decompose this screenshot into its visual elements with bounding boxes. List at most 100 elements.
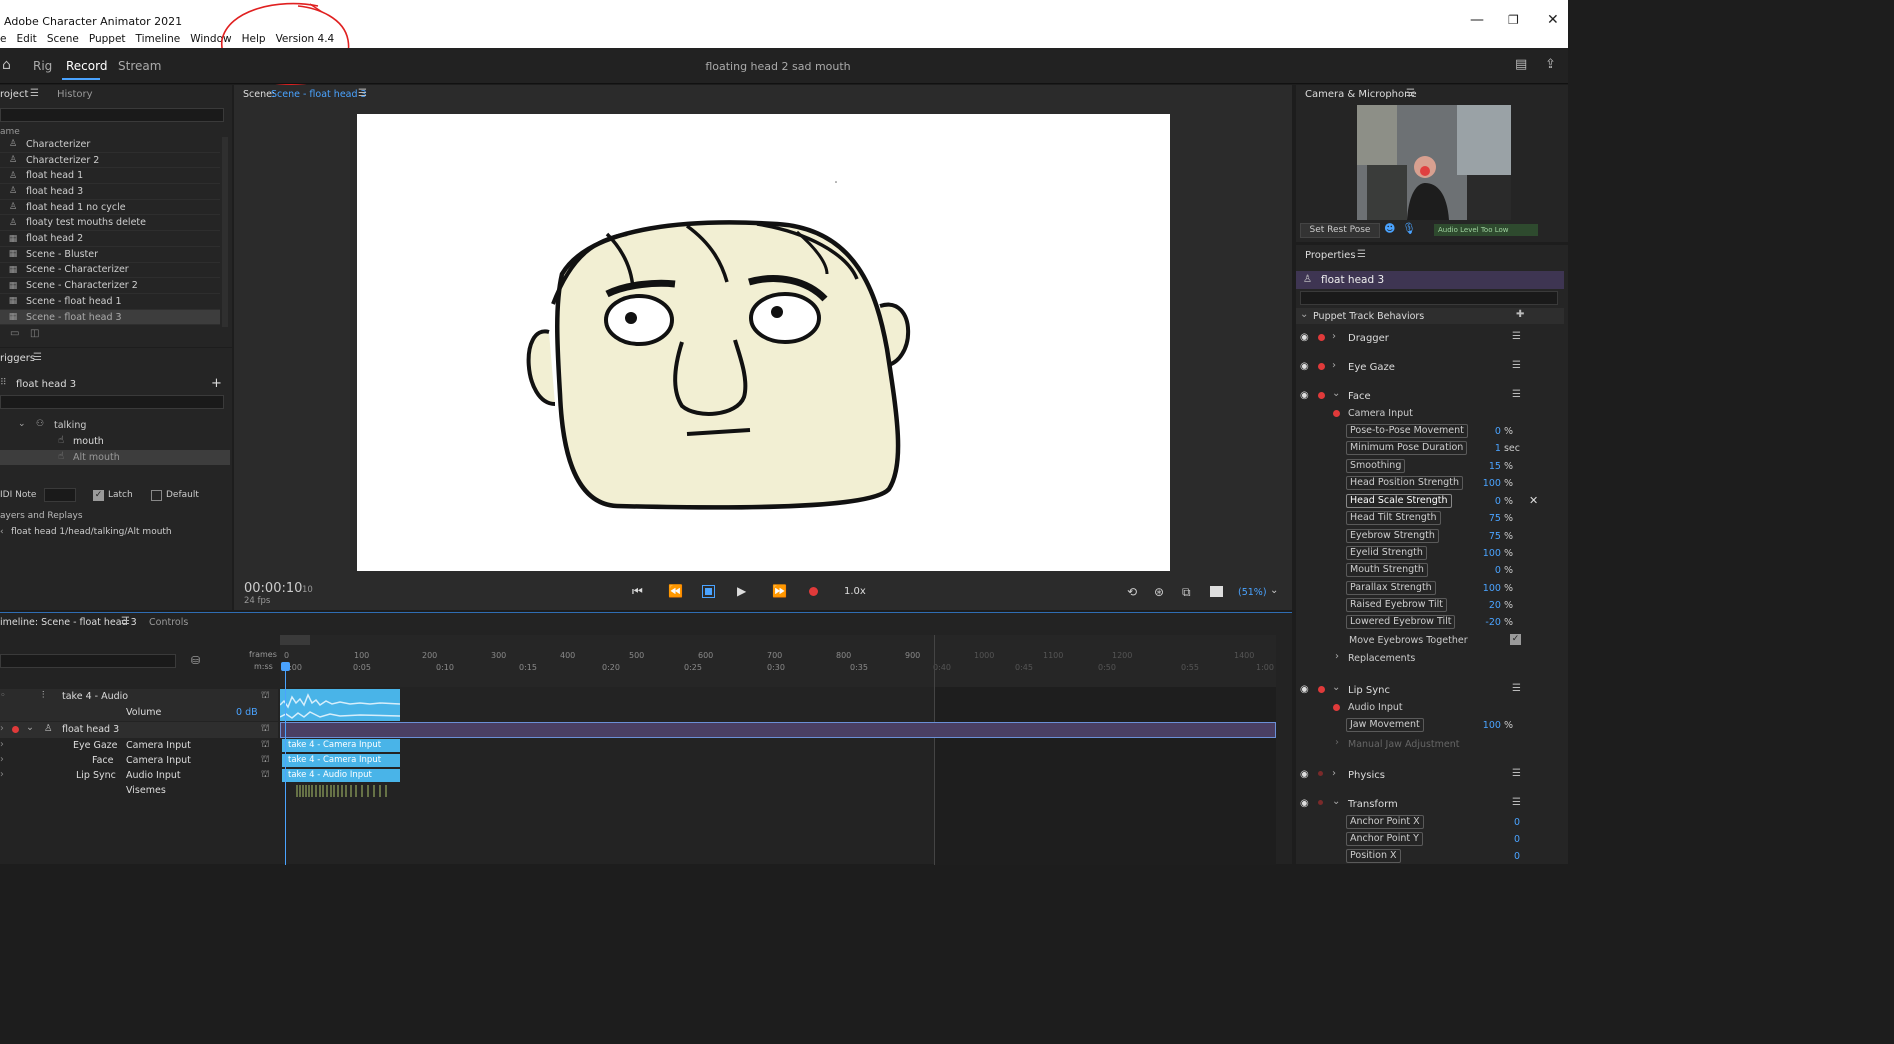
tab-rig[interactable]: Rig bbox=[33, 59, 52, 73]
param-value[interactable]: 0 bbox=[1460, 817, 1520, 828]
eye-icon[interactable]: ◉ bbox=[1300, 332, 1309, 343]
menu-edit[interactable]: Edit bbox=[16, 33, 36, 45]
param-value[interactable]: 100 % bbox=[1453, 720, 1513, 731]
chevron-right-icon[interactable]: › bbox=[1335, 737, 1339, 748]
input-record-icon[interactable] bbox=[1333, 704, 1340, 711]
camera-input-clip[interactable]: take 4 - Camera Input bbox=[282, 754, 400, 767]
chevron-down-icon[interactable]: ⌄ bbox=[1270, 585, 1278, 596]
behavior-face[interactable]: ◉ ⌄ Face ☰ bbox=[1298, 388, 1526, 410]
param-value[interactable]: 0 bbox=[1460, 851, 1520, 862]
set-rest-pose-button[interactable]: Set Rest Pose bbox=[1300, 223, 1380, 238]
behavior-menu-icon[interactable]: ☰ bbox=[1512, 389, 1521, 400]
record-button[interactable] bbox=[809, 587, 818, 596]
param-value[interactable]: 0 % bbox=[1453, 426, 1513, 437]
lock-icon[interactable]: ⛫ bbox=[261, 769, 270, 781]
background-color-icon[interactable] bbox=[1210, 586, 1223, 597]
panel-menu-icon[interactable]: ☰ bbox=[121, 616, 130, 627]
param-value[interactable]: 0 bbox=[1460, 834, 1520, 845]
list-item[interactable]: ▦ float head 2 bbox=[0, 231, 220, 247]
chevron-down-icon[interactable]: ⌄ bbox=[1332, 682, 1340, 693]
trigger-group-label[interactable]: talking bbox=[54, 420, 86, 431]
behavior-menu-icon[interactable]: ☰ bbox=[1512, 683, 1521, 694]
manual-jaw-label[interactable]: Manual Jaw Adjustment bbox=[1348, 739, 1460, 750]
record-arm-icon[interactable] bbox=[1318, 363, 1325, 370]
list-item[interactable]: ♙ Characterizer bbox=[0, 137, 220, 153]
record-arm-icon[interactable] bbox=[12, 726, 19, 733]
behavior-menu-icon[interactable]: ☰ bbox=[1512, 768, 1521, 779]
menu-timeline[interactable]: Timeline bbox=[136, 33, 181, 45]
menu-puppet[interactable]: Puppet bbox=[89, 33, 126, 45]
eye-icon[interactable]: ◉ bbox=[1300, 684, 1309, 695]
share-icon[interactable]: ⇪ bbox=[1545, 57, 1556, 72]
properties-search-input[interactable] bbox=[1300, 291, 1558, 305]
add-behavior-icon[interactable]: ✚ bbox=[1516, 309, 1524, 320]
step-forward-icon[interactable]: ⏩ bbox=[772, 584, 787, 598]
param-head-position[interactable]: Head Position Strength bbox=[1346, 476, 1463, 490]
list-item[interactable]: ▦ Scene - Characterizer 2 bbox=[0, 278, 220, 294]
volume-value[interactable]: 0 dB bbox=[236, 707, 258, 718]
step-back-icon[interactable]: ⏪ bbox=[668, 584, 683, 598]
chevron-right-icon[interactable]: › bbox=[1332, 360, 1336, 371]
lock-icon[interactable]: ⛫ bbox=[261, 723, 270, 735]
latch-checkbox[interactable]: ✓ bbox=[93, 490, 104, 501]
loop-icon[interactable]: ⟲ bbox=[1127, 585, 1137, 599]
behavior-dragger[interactable]: ◉ › Dragger ☰ bbox=[1298, 330, 1526, 352]
timeline-search-input[interactable] bbox=[0, 654, 176, 668]
project-search-input[interactable] bbox=[0, 108, 224, 122]
param-value[interactable]: 0 % bbox=[1453, 496, 1513, 507]
record-arm-icon[interactable] bbox=[1318, 334, 1325, 341]
list-item[interactable]: ▦ Scene - Bluster bbox=[0, 247, 220, 263]
subtrack-face[interactable]: › Face Camera Input ⛫ bbox=[0, 754, 278, 769]
audio-clip[interactable] bbox=[279, 689, 401, 721]
puppet-view-icon[interactable]: ⊛ bbox=[1154, 585, 1164, 599]
record-arm-icon[interactable] bbox=[1318, 392, 1325, 399]
param-mouth[interactable]: Mouth Strength bbox=[1346, 563, 1428, 577]
panel-menu-icon[interactable]: ☰ bbox=[1357, 249, 1366, 260]
list-item[interactable]: ▦ Scene - float head 1 bbox=[0, 294, 220, 310]
param-jaw-movement[interactable]: Jaw Movement bbox=[1346, 718, 1424, 732]
param-raised-eyebrow-tilt[interactable]: Raised Eyebrow Tilt bbox=[1346, 598, 1448, 612]
param-position-x[interactable]: Position X bbox=[1346, 849, 1401, 863]
play-icon[interactable]: ▶ bbox=[737, 584, 746, 598]
list-item[interactable]: ♙ float head 3 bbox=[0, 184, 220, 200]
list-item[interactable]: ♙ float head 1 no cycle bbox=[0, 200, 220, 216]
param-value[interactable]: 75 % bbox=[1453, 531, 1513, 542]
behavior-menu-icon[interactable]: ☰ bbox=[1512, 360, 1521, 371]
eye-icon[interactable]: ◦ bbox=[0, 690, 6, 701]
param-anchor-y[interactable]: Anchor Point Y bbox=[1346, 832, 1423, 846]
param-value[interactable]: 100 % bbox=[1453, 548, 1513, 559]
time-ruler[interactable]: 0 100 200 300 400 500 600 700 800 900 10… bbox=[280, 635, 1276, 687]
eye-icon[interactable]: ◉ bbox=[1300, 798, 1309, 809]
panel-menu-icon[interactable]: ☰ bbox=[33, 352, 42, 363]
go-to-start-icon[interactable]: ⏮ bbox=[632, 584, 643, 599]
param-value[interactable]: 0 % bbox=[1453, 565, 1513, 576]
chevron-right-icon[interactable]: › bbox=[0, 754, 4, 765]
chevron-right-icon[interactable]: › bbox=[1335, 651, 1339, 662]
chevron-right-icon[interactable]: › bbox=[0, 723, 4, 734]
lock-icon[interactable]: ⛫ bbox=[261, 739, 270, 751]
param-value[interactable]: 1 sec bbox=[1460, 443, 1520, 454]
lock-icon[interactable]: ⛫ bbox=[261, 690, 270, 702]
home-icon[interactable]: ⌂ bbox=[2, 57, 11, 73]
comment-icon[interactable]: ▤ bbox=[1515, 57, 1527, 72]
reset-x-icon[interactable]: ✕ bbox=[1529, 494, 1538, 507]
tab-stream[interactable]: Stream bbox=[118, 59, 161, 73]
menu-scene[interactable]: Scene bbox=[47, 33, 79, 45]
param-eyelid[interactable]: Eyelid Strength bbox=[1346, 546, 1427, 560]
behaviors-section-header[interactable]: ⌄ Puppet Track Behaviors ✚ bbox=[1296, 308, 1564, 324]
subtrack-lip-sync[interactable]: › Lip Sync Audio Input ⛫ bbox=[0, 769, 278, 784]
param-pose-to-pose[interactable]: Pose-to-Pose Movement bbox=[1346, 424, 1468, 438]
close-icon[interactable]: ✕ bbox=[1547, 12, 1559, 28]
subtrack-eye-gaze[interactable]: › Eye Gaze Camera Input ⛫ bbox=[0, 739, 278, 754]
puppet-track-header[interactable]: › ⌄ ♙ float head 3 ⛫ bbox=[0, 722, 278, 738]
eye-icon[interactable]: ◉ bbox=[1300, 769, 1309, 780]
param-head-scale[interactable]: Head Scale Strength bbox=[1346, 494, 1452, 508]
panel-menu-icon[interactable]: ☰ bbox=[358, 88, 367, 99]
zoom-level[interactable]: (51%) bbox=[1238, 587, 1267, 598]
behavior-lip-sync[interactable]: ◉ ⌄ Lip Sync ☰ bbox=[1298, 682, 1526, 704]
list-item[interactable]: ♙ floaty test mouths delete bbox=[0, 216, 220, 232]
chevron-down-icon[interactable]: ⌄ bbox=[1332, 388, 1340, 399]
behavior-menu-icon[interactable]: ☰ bbox=[1512, 331, 1521, 342]
controls-tab[interactable]: Controls bbox=[149, 617, 188, 628]
monitor-icon[interactable]: ⧉ bbox=[1182, 585, 1191, 600]
